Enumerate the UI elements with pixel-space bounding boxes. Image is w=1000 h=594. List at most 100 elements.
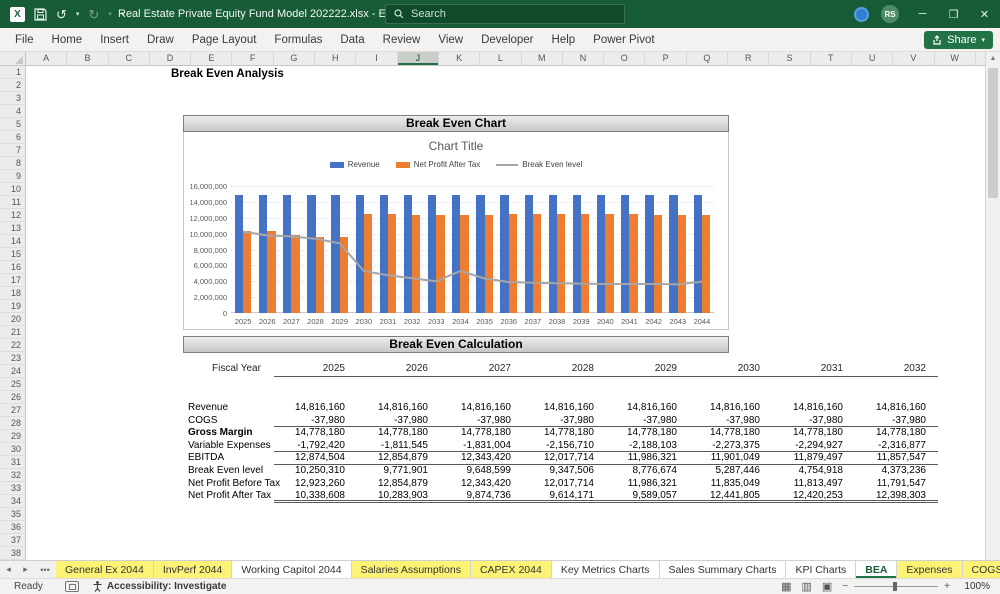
row-label-gross-margin[interactable]: Gross Margin <box>188 427 274 440</box>
ribbon-tab-insert[interactable]: Insert <box>91 28 138 52</box>
table-cell[interactable]: 10,283,903 <box>357 490 440 503</box>
row-header-38[interactable]: 38 <box>0 547 25 560</box>
undo-caret-icon[interactable]: ▾ <box>76 10 80 18</box>
sheet-nav-more-icon[interactable]: ••• <box>34 561 56 578</box>
column-header-K[interactable]: K <box>439 52 481 65</box>
account-avatar[interactable]: RS <box>881 5 899 23</box>
worksheet-grid[interactable]: 1 2 3 4 5 6 7 8 9 10 11 12 13 14 15 16 17 18 19 20 21 22 23 24 2… <box>0 66 1000 560</box>
row-header-7[interactable]: 7 <box>0 144 25 157</box>
sheet-nav-left-icon[interactable]: ◂ <box>0 561 17 578</box>
page-layout-view-icon[interactable]: ▥ <box>802 580 812 593</box>
fiscal-year-2029[interactable]: 2029 <box>606 362 689 377</box>
column-header-N[interactable]: N <box>563 52 605 65</box>
page-break-view-icon[interactable]: ▣ <box>822 580 832 593</box>
table-cell[interactable]: -37,980 <box>274 415 357 428</box>
table-cell[interactable]: 14,816,160 <box>606 402 689 415</box>
table-cell[interactable]: 12,398,303 <box>855 490 938 503</box>
table-cell[interactable]: -37,980 <box>440 415 523 428</box>
column-header-G[interactable]: G <box>274 52 316 65</box>
row-header-26[interactable]: 26 <box>0 391 25 404</box>
table-cell[interactable]: -2,156,710 <box>523 440 606 453</box>
row-header-18[interactable]: 18 <box>0 287 25 300</box>
column-header-U[interactable]: U <box>852 52 894 65</box>
table-cell[interactable]: 14,816,160 <box>772 402 855 415</box>
table-cell[interactable]: 12,343,420 <box>440 478 523 491</box>
column-header-P[interactable]: P <box>645 52 687 65</box>
table-cell[interactable]: 9,648,599 <box>440 465 523 478</box>
restore-button[interactable]: ❐ <box>938 0 969 28</box>
sheet-tab-key-metrics-charts[interactable]: Key Metrics Charts <box>551 561 660 578</box>
row-header-27[interactable]: 27 <box>0 404 25 417</box>
row-header-16[interactable]: 16 <box>0 261 25 274</box>
column-header-F[interactable]: F <box>232 52 274 65</box>
zoom-out-icon[interactable]: − <box>842 581 848 592</box>
row-header-6[interactable]: 6 <box>0 131 25 144</box>
column-header-A[interactable]: A <box>26 52 68 65</box>
redo-icon[interactable]: ↻ <box>88 8 99 21</box>
table-cell[interactable]: -37,980 <box>689 415 772 428</box>
row-header-28[interactable]: 28 <box>0 417 25 430</box>
table-cell[interactable]: 10,250,310 <box>274 465 357 478</box>
table-cell[interactable]: 14,816,160 <box>523 402 606 415</box>
table-cell[interactable]: -2,188,103 <box>606 440 689 453</box>
ribbon-tab-data[interactable]: Data <box>331 28 373 52</box>
table-cell[interactable]: 14,778,180 <box>855 427 938 440</box>
save-icon[interactable] <box>34 7 47 21</box>
break-even-chart[interactable]: Chart Title Revenue Net Profit After Tax B… <box>183 132 729 330</box>
sheet-tab-sales-summary-charts[interactable]: Sales Summary Charts <box>659 561 787 578</box>
table-cell[interactable]: -2,294,927 <box>772 440 855 453</box>
row-label-cogs[interactable]: COGS <box>188 415 274 428</box>
table-cell[interactable]: 5,287,446 <box>689 465 772 478</box>
row-header-24[interactable]: 24 <box>0 365 25 378</box>
row-header-23[interactable]: 23 <box>0 352 25 365</box>
table-cell[interactable]: 11,835,049 <box>689 478 772 491</box>
row-label-net-profit-after-tax[interactable]: Net Profit After Tax <box>188 490 274 503</box>
row-header-37[interactable]: 37 <box>0 534 25 547</box>
scroll-up-icon[interactable]: ▲ <box>986 52 1000 66</box>
table-cell[interactable]: 12,017,714 <box>523 452 606 465</box>
ribbon-tab-review[interactable]: Review <box>374 28 430 52</box>
close-button[interactable]: ✕ <box>969 0 1000 28</box>
select-all-button[interactable] <box>0 52 26 66</box>
minimize-button[interactable]: ─ <box>907 0 938 28</box>
fiscal-year-2027[interactable]: 2027 <box>440 362 523 377</box>
table-cell[interactable]: 9,347,506 <box>523 465 606 478</box>
ribbon-tab-help[interactable]: Help <box>543 28 585 52</box>
table-cell[interactable]: 12,854,879 <box>357 452 440 465</box>
column-header-W[interactable]: W <box>935 52 976 65</box>
column-header-C[interactable]: C <box>109 52 150 65</box>
table-cell[interactable]: 12,420,253 <box>772 490 855 503</box>
table-cell[interactable]: 14,816,160 <box>274 402 357 415</box>
row-label-net-profit-before-tax[interactable]: Net Profit Before Tax <box>188 478 280 491</box>
column-header-B[interactable]: B <box>67 52 109 65</box>
sheet-tab-invperf-2044[interactable]: InvPerf 2044 <box>153 561 233 578</box>
row-header-5[interactable]: 5 <box>0 118 25 131</box>
row-header-13[interactable]: 13 <box>0 222 25 235</box>
table-cell[interactable]: 14,816,160 <box>689 402 772 415</box>
sheet-tab-capex-2044[interactable]: CAPEX 2044 <box>470 561 552 578</box>
row-header-15[interactable]: 15 <box>0 248 25 261</box>
table-cell[interactable]: 14,816,160 <box>357 402 440 415</box>
table-cell[interactable]: -37,980 <box>357 415 440 428</box>
row-header-17[interactable]: 17 <box>0 274 25 287</box>
table-cell[interactable]: 11,813,497 <box>772 478 855 491</box>
table-cell[interactable]: 14,778,180 <box>523 427 606 440</box>
vertical-scrollbar[interactable]: ▲ <box>985 52 1000 560</box>
table-cell[interactable]: 12,441,805 <box>689 490 772 503</box>
table-cell[interactable]: 14,816,160 <box>855 402 938 415</box>
presence-status-icon[interactable] <box>854 6 869 22</box>
table-cell[interactable]: 4,373,236 <box>855 465 938 478</box>
zoom-slider[interactable] <box>854 582 939 591</box>
row-header-8[interactable]: 8 <box>0 157 25 170</box>
table-cell[interactable]: -1,811,545 <box>357 440 440 453</box>
fiscal-year-2031[interactable]: 2031 <box>772 362 855 377</box>
row-header-10[interactable]: 10 <box>0 183 25 196</box>
chart-banner-cell[interactable]: Break Even Chart <box>183 115 729 132</box>
row-header-31[interactable]: 31 <box>0 456 25 469</box>
ribbon-tab-power-pivot[interactable]: Power Pivot <box>584 28 663 52</box>
row-header-19[interactable]: 19 <box>0 300 25 313</box>
table-cell[interactable]: 9,874,736 <box>440 490 523 503</box>
column-header-H[interactable]: H <box>315 52 357 65</box>
row-header-25[interactable]: 25 <box>0 378 25 391</box>
sheet-tab-kpi-charts[interactable]: KPI Charts <box>786 561 857 578</box>
